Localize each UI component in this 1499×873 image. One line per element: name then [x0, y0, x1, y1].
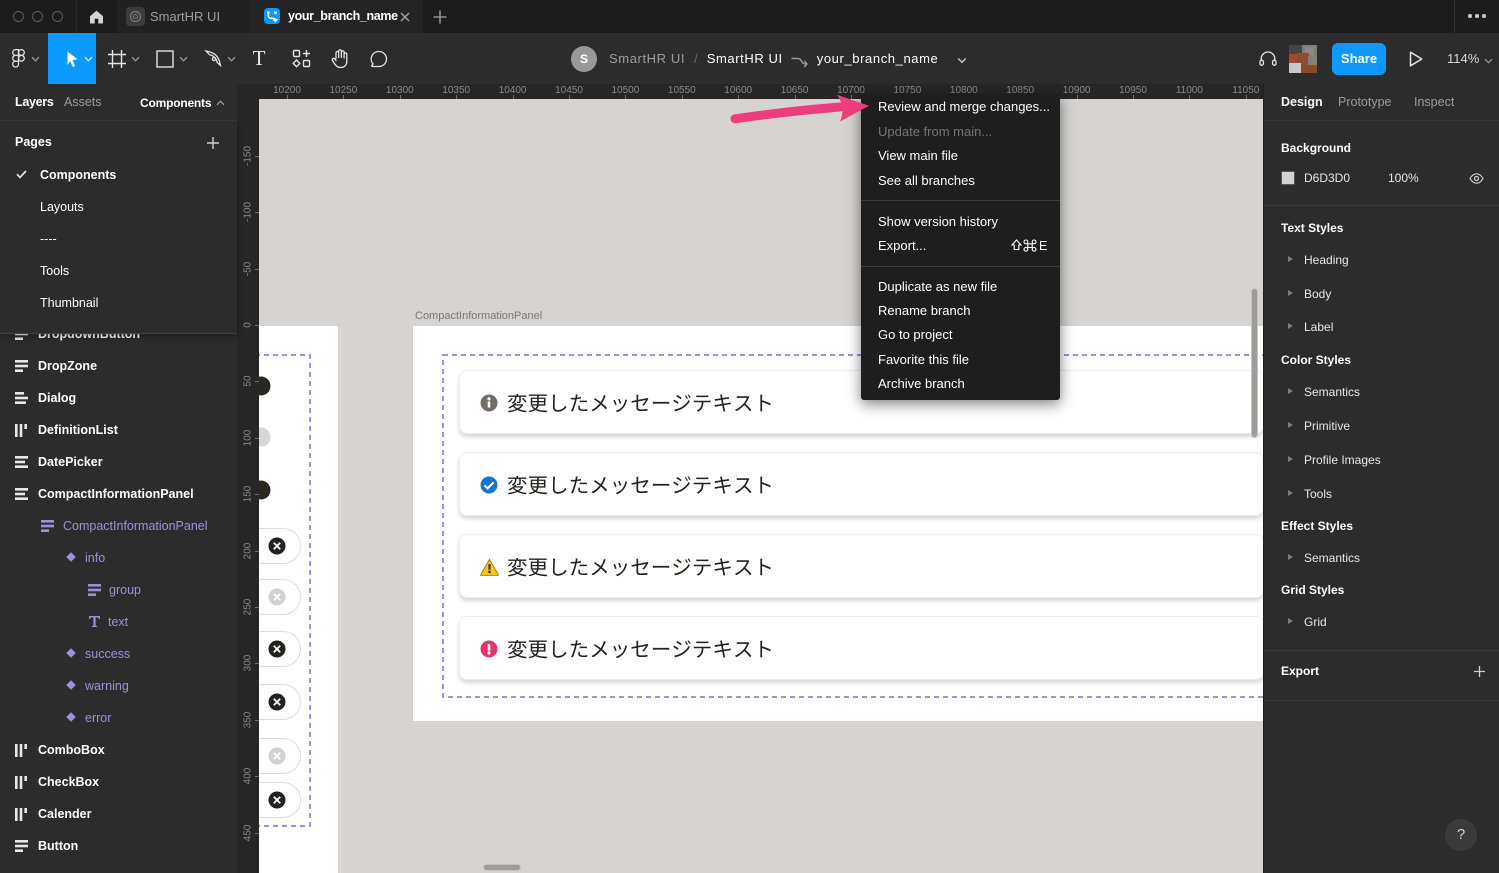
svg-text:E: E [1039, 239, 1047, 252]
